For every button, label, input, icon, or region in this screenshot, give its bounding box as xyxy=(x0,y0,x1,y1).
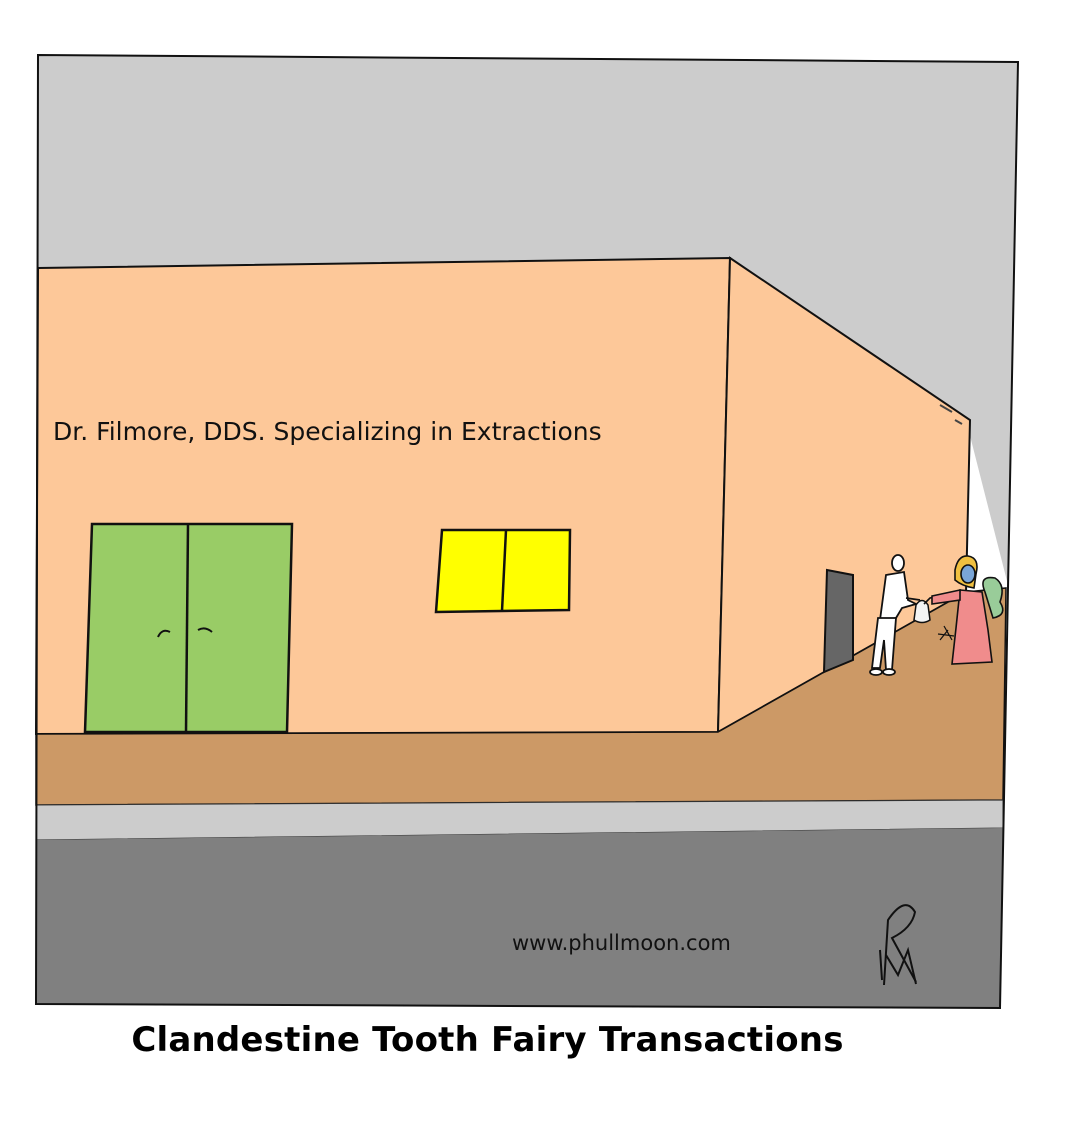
street xyxy=(36,828,1003,1008)
side-door xyxy=(822,568,854,674)
building-window xyxy=(434,528,572,614)
cartoon-illustration: Dr. Filmore, DDS. Specializing in Extrac… xyxy=(34,53,1020,1010)
tooth-bag-icon xyxy=(913,599,931,624)
front-double-door xyxy=(83,522,294,734)
building-sign: Dr. Filmore, DDS. Specializing in Extrac… xyxy=(53,417,602,446)
cartoon-caption: Clandestine Tooth Fairy Transactions xyxy=(131,1020,844,1060)
website-credit: www.phullmoon.com xyxy=(512,931,731,955)
